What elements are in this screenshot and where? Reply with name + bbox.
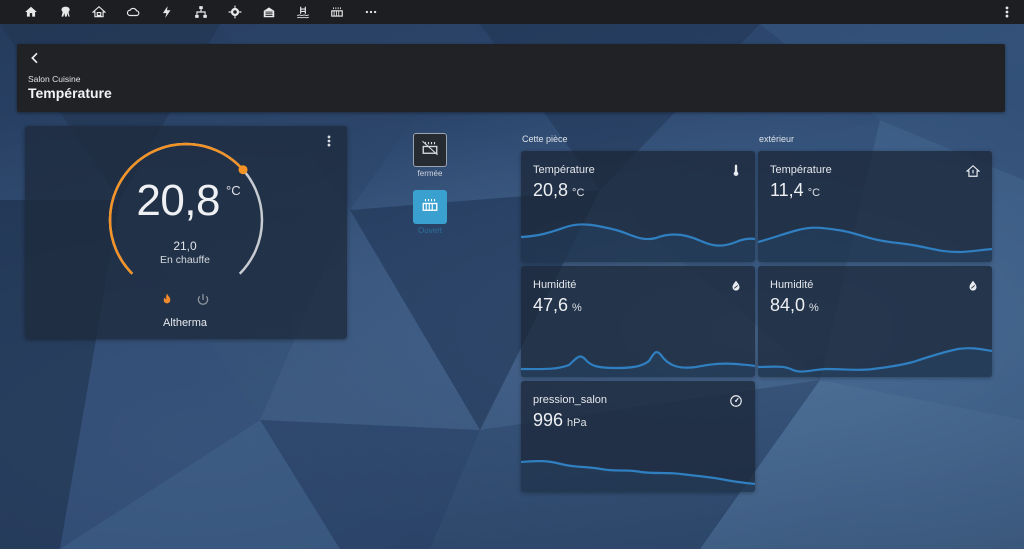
power-icon[interactable] — [195, 292, 211, 308]
section-title-outside: extérieur — [759, 134, 795, 144]
more-horizontal-icon[interactable] — [354, 0, 388, 24]
dial-handle — [238, 165, 248, 175]
shutter-open-button[interactable] — [413, 190, 447, 224]
sensor-name: Température — [533, 164, 595, 176]
thermostat-name: Altherma — [162, 317, 208, 329]
sensor-history-graph — [521, 223, 755, 262]
shutter-closed-label: fermée — [417, 169, 443, 178]
thermometer-icon — [729, 164, 743, 178]
sensor-name: pression_salon — [533, 394, 607, 406]
entity-header-card: Salon Cuisine Température — [17, 44, 1005, 112]
more-vertical-icon[interactable] — [327, 134, 337, 148]
cloud-icon[interactable] — [116, 0, 150, 24]
hvac-action: En chauffe — [159, 254, 210, 266]
gauge-icon — [729, 394, 743, 408]
shutter-closed-button[interactable] — [413, 133, 447, 167]
floor-plan-icon[interactable] — [48, 0, 82, 24]
sensor-history-graph — [758, 347, 992, 377]
gear-icon[interactable] — [218, 0, 252, 24]
radiator-off-icon — [421, 139, 439, 162]
water-percent-icon — [966, 279, 980, 293]
sensor-value: 996 hPa — [533, 410, 587, 430]
target-temperature: 21,0 — [173, 239, 197, 253]
sensor-value: 20,8 °C — [533, 180, 585, 200]
sensor-card-room-humidity[interactable]: Humidité 47,6% — [521, 266, 755, 377]
back-arrow-icon[interactable] — [27, 50, 43, 66]
more-vertical-icon[interactable] — [1004, 0, 1010, 24]
garage-icon[interactable] — [252, 0, 286, 24]
thermostat-card: 20,8 °C 21,0 En chauffe Altherma — [25, 126, 347, 339]
sensor-history-graph — [521, 460, 755, 492]
sensor-card-pressure[interactable]: pression_salon 996 hPa — [521, 381, 755, 492]
sensor-name: Humidité — [770, 279, 814, 291]
view-tabs — [14, 0, 388, 24]
page-title: Température — [28, 85, 112, 101]
radiator-icon[interactable] — [320, 0, 354, 24]
sensor-card-room-temperature[interactable]: Température 20,8 °C — [521, 151, 755, 262]
top-app-bar — [0, 0, 1024, 24]
home-thermometer-icon — [965, 164, 981, 178]
current-temperature: 20,8 — [136, 176, 220, 225]
sensor-card-outside-humidity[interactable]: Humidité 84,0% — [758, 266, 992, 377]
sensor-value: 47,6% — [533, 295, 582, 315]
water-percent-icon — [729, 279, 743, 293]
pool-icon[interactable] — [286, 0, 320, 24]
fire-icon[interactable] — [159, 292, 175, 308]
radiator-icon — [421, 196, 439, 219]
section-title-this-room: Cette pièce — [522, 134, 568, 144]
sensor-value: 84,0% — [770, 295, 819, 315]
sensor-name: Température — [770, 164, 832, 176]
sensor-value: 11,4 °C — [770, 180, 821, 200]
home-icon[interactable] — [14, 0, 48, 24]
breadcrumb: Salon Cuisine — [28, 74, 81, 84]
lightning-icon[interactable] — [150, 0, 184, 24]
sensor-card-outside-temperature[interactable]: Température 11,4 °C — [758, 151, 992, 262]
sensor-history-graph — [758, 226, 992, 262]
network-icon[interactable] — [184, 0, 218, 24]
sensor-history-graph — [521, 351, 755, 377]
sensor-name: Humidité — [533, 279, 577, 291]
temperature-unit: °C — [226, 183, 241, 198]
house-icon[interactable] — [82, 0, 116, 24]
shutter-open-label: Ouvert — [417, 226, 442, 235]
